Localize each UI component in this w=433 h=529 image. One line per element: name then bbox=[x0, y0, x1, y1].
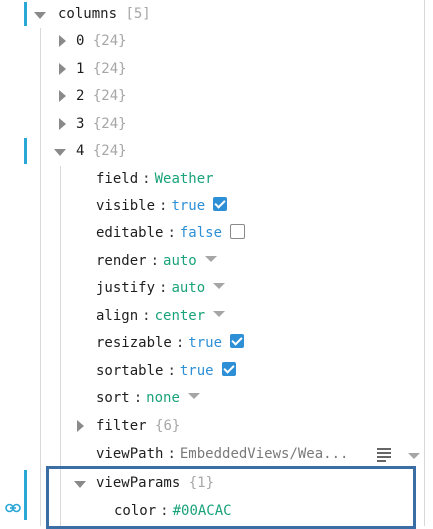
modified-marker bbox=[24, 2, 27, 26]
chevron-right-icon[interactable] bbox=[56, 111, 70, 138]
tree-row-viewparams[interactable]: viewParams {1} bbox=[74, 470, 214, 497]
tree-row-item[interactable]: 3 {24} bbox=[56, 111, 127, 138]
prop-key: color bbox=[114, 503, 157, 519]
chevron-right-icon[interactable] bbox=[74, 413, 88, 440]
tree-row-columns[interactable]: columns [5] bbox=[34, 1, 151, 28]
colon: : bbox=[167, 446, 176, 462]
prop-key: resizable bbox=[96, 335, 172, 351]
prop-value[interactable]: false bbox=[180, 225, 222, 241]
prop-key: viewParams bbox=[96, 475, 181, 491]
colon: : bbox=[159, 280, 168, 296]
prop-key: editable bbox=[96, 225, 164, 241]
prop-value[interactable]: true bbox=[188, 335, 222, 351]
prop-value[interactable]: #00ACAC bbox=[173, 503, 232, 519]
item-count: {1} bbox=[188, 475, 215, 491]
prop-value[interactable]: center bbox=[155, 308, 206, 324]
item-count: {24} bbox=[92, 143, 127, 159]
chevron-down-icon[interactable] bbox=[54, 138, 68, 165]
list-edit-icon[interactable] bbox=[377, 448, 391, 462]
prop-key: sortable bbox=[96, 363, 164, 379]
prop-value[interactable]: none bbox=[146, 390, 180, 406]
colon: : bbox=[160, 503, 169, 519]
prop-key: visible bbox=[96, 198, 156, 214]
prop-key: render bbox=[96, 253, 147, 269]
prop-row-justify[interactable]: justify: auto bbox=[96, 275, 226, 302]
prop-key: 1 bbox=[76, 61, 85, 77]
checkbox-unchecked[interactable] bbox=[230, 223, 246, 239]
item-count: [5] bbox=[125, 6, 151, 22]
prop-row-viewpath[interactable]: viewPath: EmbeddedViews/Wea... bbox=[96, 441, 348, 468]
prop-row-render[interactable]: render: auto bbox=[96, 248, 217, 275]
dropdown-arrow-icon[interactable] bbox=[187, 393, 200, 399]
dropdown-arrow-icon[interactable] bbox=[204, 256, 217, 262]
colon: : bbox=[142, 308, 151, 324]
prop-row-visible[interactable]: visible: true bbox=[96, 193, 228, 220]
prop-value[interactable]: auto bbox=[171, 280, 205, 296]
prop-row-sortable[interactable]: sortable: true bbox=[96, 358, 236, 385]
item-count: {24} bbox=[92, 116, 127, 132]
colon: : bbox=[133, 390, 143, 406]
colon: : bbox=[150, 253, 160, 269]
tree-row-filter[interactable]: filter {6} bbox=[74, 413, 180, 440]
dropdown-arrow-icon[interactable] bbox=[408, 453, 420, 459]
colon: : bbox=[167, 225, 176, 241]
prop-row-align[interactable]: align: center bbox=[96, 303, 226, 330]
colon: : bbox=[142, 171, 151, 187]
prop-key: 4 bbox=[76, 143, 85, 159]
tree-row-item[interactable]: 2 {24} bbox=[56, 83, 127, 110]
modified-marker bbox=[24, 138, 27, 164]
prop-key: 3 bbox=[76, 116, 85, 132]
checkbox-checked[interactable] bbox=[213, 197, 228, 211]
prop-value[interactable]: true bbox=[171, 198, 205, 214]
prop-value[interactable]: EmbeddedViews/Wea... bbox=[180, 446, 349, 462]
chevron-down-icon[interactable] bbox=[34, 1, 48, 28]
panel-border bbox=[424, 0, 425, 526]
chevron-right-icon[interactable] bbox=[56, 28, 70, 55]
checkbox-checked[interactable] bbox=[221, 362, 236, 376]
indent-guide bbox=[40, 28, 41, 526]
checkbox-checked[interactable] bbox=[230, 334, 245, 348]
prop-key: align bbox=[96, 308, 139, 324]
prop-key: justify bbox=[96, 280, 156, 296]
prop-row-editable[interactable]: editable: false bbox=[96, 220, 246, 247]
prop-key: viewPath bbox=[96, 446, 164, 462]
colon: : bbox=[167, 363, 176, 379]
prop-key: filter bbox=[96, 418, 147, 434]
prop-key: 0 bbox=[76, 33, 85, 49]
item-count: {24} bbox=[92, 33, 127, 49]
prop-key: sort bbox=[96, 390, 130, 406]
chevron-right-icon[interactable] bbox=[56, 56, 70, 83]
colon: : bbox=[175, 335, 185, 351]
item-count: {6} bbox=[155, 418, 181, 434]
prop-key: 2 bbox=[76, 88, 85, 104]
tree-row-item[interactable]: 1 {24} bbox=[56, 56, 127, 83]
prop-row-color[interactable]: color: #00ACAC bbox=[114, 498, 232, 525]
prop-key: columns bbox=[58, 6, 118, 22]
chevron-right-icon[interactable] bbox=[56, 83, 70, 110]
link-icon[interactable] bbox=[5, 503, 21, 513]
tree-row-item-open[interactable]: 4 {24} bbox=[54, 138, 127, 165]
tree-row-item[interactable]: 0 {24} bbox=[56, 28, 127, 55]
item-count: {24} bbox=[92, 88, 127, 104]
prop-value[interactable]: true bbox=[180, 363, 214, 379]
modified-marker bbox=[24, 470, 27, 520]
dropdown-arrow-icon[interactable] bbox=[213, 283, 226, 289]
prop-row-field[interactable]: field: Weather bbox=[96, 166, 214, 193]
prop-row-sort[interactable]: sort: none bbox=[96, 385, 200, 412]
item-count: {24} bbox=[92, 61, 127, 77]
dropdown-arrow-icon[interactable] bbox=[213, 311, 226, 317]
prop-value[interactable]: auto bbox=[163, 253, 197, 269]
prop-value[interactable]: Weather bbox=[155, 171, 214, 187]
prop-key: field bbox=[96, 171, 139, 187]
chevron-down-icon[interactable] bbox=[74, 470, 88, 497]
prop-row-resizable[interactable]: resizable: true bbox=[96, 330, 245, 357]
property-tree-panel: columns [5] 0 {24} 1 {24} 2 {24} 3 {24} … bbox=[0, 0, 433, 529]
colon: : bbox=[159, 198, 168, 214]
